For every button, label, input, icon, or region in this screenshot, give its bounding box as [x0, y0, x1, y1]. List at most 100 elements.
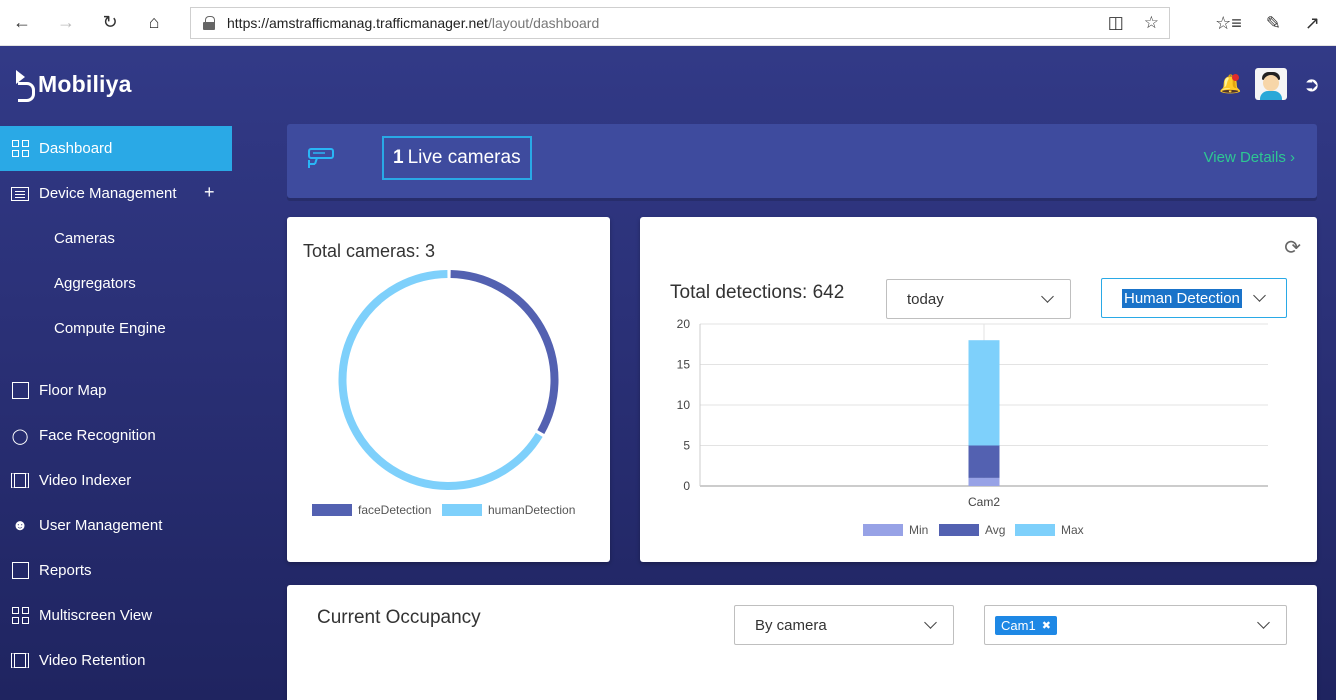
- sidebar-item-device-management[interactable]: Device Management +: [0, 171, 232, 216]
- total-detections-card: ⟳ Total detections: 642 today Human Dete…: [640, 217, 1317, 562]
- chip-label: Cam1: [1001, 617, 1036, 633]
- live-count: 1: [393, 147, 404, 168]
- bar-segment-avg[interactable]: [968, 445, 1000, 478]
- sidebar-item-compute-engine[interactable]: Compute Engine: [0, 306, 232, 351]
- y-tick-label: 10: [677, 398, 691, 412]
- y-tick-label: 15: [677, 358, 691, 372]
- legend-item[interactable]: humanDetection: [442, 503, 575, 517]
- remove-chip-icon[interactable]: ✖: [1042, 619, 1051, 632]
- sidebar-item-label: Cameras: [54, 230, 115, 247]
- legend-label[interactable]: Avg: [985, 523, 1005, 537]
- sidebar-item-label: Video Retention: [39, 652, 146, 669]
- chevron-down-icon: [924, 616, 937, 629]
- list-icon: [11, 185, 29, 203]
- legend-label[interactable]: Max: [1061, 523, 1084, 537]
- legend-label: humanDetection: [488, 503, 576, 517]
- floor-map-icon: [11, 382, 29, 400]
- grid-icon: [11, 140, 29, 158]
- bar-chart-icon: [11, 562, 29, 580]
- sidebar-item-label: Video Indexer: [39, 472, 132, 489]
- bar-segment-min[interactable]: [968, 477, 1000, 486]
- refresh-icon[interactable]: ↻: [88, 0, 132, 46]
- sidebar-item-multiscreen-view[interactable]: Multiscreen View: [0, 593, 232, 638]
- favorite-star-icon[interactable]: ☆: [1144, 13, 1159, 33]
- live-cameras-count[interactable]: 1 Live cameras: [382, 136, 532, 180]
- group-by-value: By camera: [755, 616, 827, 634]
- legend-swatch: [442, 504, 482, 516]
- selected-camera-chip[interactable]: Cam1 ✖: [995, 615, 1057, 635]
- sidebar-item-face-recognition[interactable]: ◯ Face Recognition: [0, 413, 232, 458]
- x-tick-label: Cam2: [968, 495, 1000, 509]
- url-path: /layout/dashboard: [487, 15, 600, 31]
- home-icon[interactable]: ⌂: [132, 0, 176, 46]
- logout-icon[interactable]: ➲: [1303, 72, 1320, 97]
- sidebar-item-label: Dashboard: [39, 140, 113, 157]
- legend-label[interactable]: Min: [909, 523, 928, 537]
- donut-slice[interactable]: [338, 270, 543, 490]
- reading-view-icon[interactable]: ◫: [1108, 13, 1124, 33]
- sidebar-item-video-retention[interactable]: Video Retention: [0, 638, 232, 683]
- live-label: Live cameras: [407, 147, 521, 168]
- sidebar-item-label: Multiscreen View: [39, 607, 153, 624]
- sidebar: Dashboard Device Management + Cameras Ag…: [0, 126, 232, 683]
- forward-icon[interactable]: →: [44, 0, 88, 46]
- sidebar-item-video-indexer[interactable]: Video Indexer: [0, 458, 232, 503]
- expand-plus-icon[interactable]: +: [204, 182, 215, 203]
- brand-logo[interactable]: Mobiliya: [16, 70, 132, 102]
- pen-icon[interactable]: ✎: [1266, 13, 1281, 34]
- sidebar-item-label: Face Recognition: [39, 427, 156, 444]
- brand-name: Mobiliya: [38, 70, 132, 97]
- share-icon[interactable]: ↗: [1305, 13, 1320, 34]
- camera-multiselect[interactable]: Cam1 ✖: [984, 605, 1287, 645]
- sidebar-item-label: Device Management: [39, 185, 177, 202]
- address-bar[interactable]: https://amstrafficmanag.trafficmanager.n…: [190, 7, 1170, 39]
- y-tick-label: 0: [683, 479, 690, 493]
- y-tick-label: 20: [677, 317, 691, 331]
- sidebar-item-label: Reports: [39, 562, 92, 579]
- sidebar-item-cameras[interactable]: Cameras: [0, 216, 232, 261]
- sidebar-item-label: Compute Engine: [54, 320, 166, 337]
- sidebar-item-label: User Management: [39, 517, 163, 534]
- lock-icon: [203, 16, 215, 30]
- favorites-list-icon[interactable]: ☆≡: [1215, 13, 1242, 34]
- sidebar-item-user-management[interactable]: ☻ User Management: [0, 503, 232, 548]
- back-icon[interactable]: ←: [0, 0, 44, 46]
- chevron-right-icon: ›: [1290, 149, 1295, 166]
- legend-swatch[interactable]: [939, 524, 979, 536]
- bar-segment-max[interactable]: [968, 340, 1000, 446]
- legend-swatch: [312, 504, 352, 516]
- detections-bar-chart: 0 5 10 15 20 Cam2 Min Avg Max: [677, 317, 1268, 537]
- film-icon: [11, 652, 29, 670]
- y-tick-label: 5: [683, 439, 690, 453]
- occupancy-title: Current Occupancy: [317, 607, 481, 628]
- sidebar-item-dashboard[interactable]: Dashboard: [0, 126, 232, 171]
- avatar[interactable]: [1255, 68, 1288, 100]
- sidebar-item-floor-map[interactable]: Floor Map: [0, 368, 232, 413]
- total-cameras-card: Total cameras: 3 faceDetection humanDete…: [287, 217, 610, 562]
- group-by-select[interactable]: By camera: [734, 605, 954, 645]
- app-root: Mobiliya 🔔 ➲ Dashboard Device Management…: [0, 46, 1336, 700]
- logo-icon: [16, 70, 35, 102]
- legend-item[interactable]: faceDetection: [312, 503, 431, 517]
- current-occupancy-card: Current Occupancy By camera Cam1 ✖: [287, 585, 1317, 700]
- face-scan-icon: ◯: [11, 427, 29, 445]
- sidebar-item-reports[interactable]: Reports: [0, 548, 232, 593]
- legend-swatch[interactable]: [863, 524, 903, 536]
- legend-label: faceDetection: [358, 503, 432, 517]
- cctv-camera-icon: [307, 146, 337, 170]
- donut-slice[interactable]: [450, 270, 559, 435]
- notification-bell-icon[interactable]: 🔔: [1219, 74, 1242, 94]
- legend-swatch[interactable]: [1015, 524, 1055, 536]
- film-icon: [11, 472, 29, 490]
- url-host: https://amstrafficmanag.trafficmanager.n…: [227, 15, 488, 31]
- notification-dot: [1232, 74, 1240, 81]
- user-icon: ☻: [12, 517, 28, 534]
- live-cameras-banner: 1 Live cameras View Details ›: [287, 124, 1317, 198]
- grid-icon: [11, 607, 29, 625]
- view-details-label: View Details: [1203, 149, 1286, 166]
- sidebar-item-aggregators[interactable]: Aggregators: [0, 261, 232, 306]
- sidebar-item-label: Aggregators: [54, 275, 136, 292]
- sidebar-item-label: Floor Map: [39, 382, 107, 399]
- browser-toolbar: ← → ↻ ⌂ https://amstrafficmanag.trafficm…: [0, 0, 1336, 46]
- view-details-link[interactable]: View Details ›: [1204, 149, 1295, 166]
